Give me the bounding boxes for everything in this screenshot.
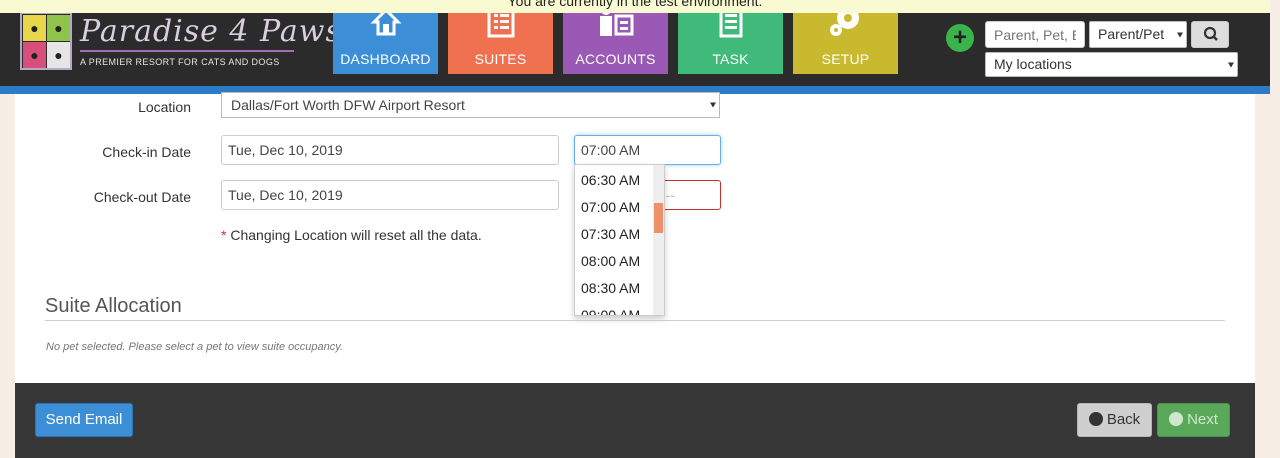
chevron-down-icon — [710, 102, 716, 108]
logo-title: Paradise 4 Paws — [80, 14, 342, 49]
section-divider — [45, 320, 1225, 321]
paw-logo-icon: ● ● ● ● — [20, 12, 72, 70]
logo-divider — [80, 50, 294, 52]
location-filter-value: My locations — [994, 56, 1072, 72]
nav-setup-label: SETUP — [821, 51, 870, 67]
checkin-label: Check-in Date — [102, 144, 191, 160]
time-option[interactable]: 07:00 AM — [581, 194, 640, 221]
arrow-right-circle-icon — [1169, 412, 1184, 426]
time-dropdown-list[interactable]: 06:30 AM 07:00 AM 07:30 AM 08:00 AM 08:3… — [574, 164, 665, 316]
search-type-value: Parent/Pet — [1098, 26, 1165, 42]
checkin-date-input[interactable]: Tue, Dec 10, 2019 — [221, 135, 559, 165]
nav-suites-label: SUITES — [474, 51, 527, 67]
location-reset-note: * Changing Location will reset all the d… — [221, 227, 482, 243]
arrow-left-circle-icon — [1088, 412, 1103, 426]
time-option[interactable]: 08:30 AM — [581, 275, 640, 302]
send-email-button[interactable]: Send Email — [35, 403, 133, 437]
test-environment-banner: You are currently in the test environmen… — [0, 0, 1270, 13]
next-button[interactable]: Next — [1157, 403, 1230, 437]
time-option[interactable]: 09:00 AM — [581, 302, 640, 315]
nav-dashboard-label: DASHBOARD — [340, 51, 431, 67]
search-type-select[interactable]: Parent/Pet — [1089, 21, 1187, 48]
action-footer — [15, 383, 1255, 458]
back-label: Back — [1106, 411, 1141, 428]
time-option[interactable]: 08:00 AM — [581, 248, 640, 275]
suite-empty-message: No pet selected. Please select a pet to … — [46, 341, 343, 353]
checkin-time-value: 07:00 AM — [581, 142, 641, 158]
nav-task-label: TASK — [712, 51, 749, 67]
location-label: Location — [138, 99, 191, 115]
location-select[interactable]: Dallas/Fort Worth DFW Airport Resort — [221, 92, 720, 118]
back-button[interactable]: Back — [1077, 403, 1152, 437]
search-button[interactable] — [1191, 21, 1229, 48]
checkout-date-input[interactable]: Tue, Dec 10, 2019 — [221, 180, 559, 210]
checkout-label: Check-out Date — [93, 189, 191, 205]
time-dropdown-scrollbar[interactable] — [653, 165, 664, 315]
chevron-down-icon — [1177, 32, 1183, 37]
checkin-date-value: Tue, Dec 10, 2019 — [228, 142, 343, 158]
chevron-down-icon — [1228, 62, 1234, 67]
checkin-time-input[interactable]: 07:00 AM — [574, 135, 721, 165]
search-icon — [1203, 26, 1218, 41]
next-label: Next — [1187, 411, 1218, 428]
header-search-input[interactable] — [985, 21, 1085, 48]
checkout-date-value: Tue, Dec 10, 2019 — [228, 187, 343, 203]
nav-accounts-label: ACCOUNTS — [575, 51, 656, 67]
add-icon[interactable]: + — [946, 24, 974, 52]
note-text: Changing Location will reset all the dat… — [230, 227, 482, 243]
scrollbar-thumb[interactable] — [654, 203, 663, 233]
test-environment-text: You are currently in the test environmen… — [507, 0, 763, 9]
logo-tagline: A PREMIER RESORT FOR CATS AND DOGS — [80, 57, 280, 67]
required-marker: * — [221, 227, 227, 243]
time-option[interactable]: 07:30 AM — [581, 221, 640, 248]
checkout-time-placeholder: -- — [665, 187, 675, 203]
suite-allocation-title: Suite Allocation — [45, 295, 182, 317]
time-option[interactable]: 06:30 AM — [581, 167, 640, 194]
logo[interactable]: ● ● ● ● Paradise 4 Paws A PREMIER RESORT… — [20, 12, 341, 74]
location-filter-select[interactable]: My locations — [985, 52, 1238, 77]
send-email-label: Send Email — [45, 411, 123, 428]
location-value: Dallas/Fort Worth DFW Airport Resort — [231, 97, 465, 113]
